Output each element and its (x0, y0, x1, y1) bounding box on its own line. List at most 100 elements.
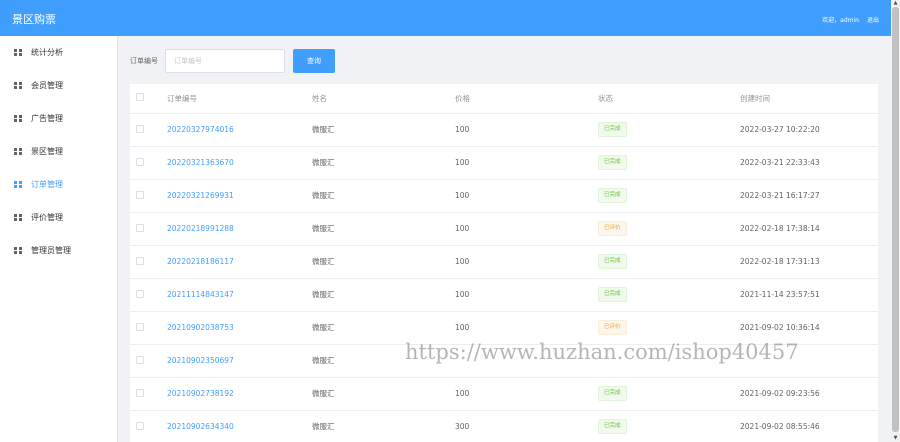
order-no-label: 订单编号 (130, 56, 158, 65)
name-cell: 微服汇 (312, 212, 455, 246)
status-badge: 已完成 (598, 287, 627, 302)
column-header-order-no: 订单编号 (167, 84, 312, 114)
app-title: 景区购票 (12, 13, 56, 26)
table-header-row: 订单编号 姓名 价格 状态 创建时间 (130, 84, 878, 114)
row-checkbox[interactable] (136, 190, 144, 199)
order-no-input[interactable] (165, 48, 285, 73)
sidebar-item[interactable]: 统计分析 (0, 36, 118, 69)
order-no-link[interactable]: 20210902038753 (167, 323, 234, 332)
table-row: 20210902350697 微服汇 (130, 344, 878, 378)
row-checkbox[interactable] (136, 421, 144, 430)
order-no-link[interactable]: 20210902350697 (167, 356, 234, 365)
grid-icon (14, 148, 22, 155)
order-no-link[interactable]: 20220321269931 (167, 191, 234, 200)
grid-icon (14, 49, 22, 56)
price-cell: 300 (455, 410, 598, 442)
order-no-cell: 20210902738192 (167, 377, 312, 411)
sidebar-item-label: 订单管理 (31, 180, 63, 189)
scroll-down-arrow-icon[interactable]: ▼ (891, 435, 900, 442)
row-checkbox[interactable] (136, 289, 144, 298)
row-select-cell (130, 377, 167, 411)
order-no-link[interactable]: 20211114843147 (167, 290, 234, 299)
created-time-cell: 2021-09-02 09:23:56 (740, 377, 878, 411)
row-checkbox[interactable] (136, 256, 144, 265)
grid-icon (14, 247, 22, 254)
status-cell: 已完成 (598, 410, 740, 442)
table-row: 20220218991288 微服汇 100 已评价 2022-02-18 17:38:… (130, 212, 878, 246)
created-time-cell: 2022-03-21 22:33:43 (740, 146, 878, 180)
name-cell: 微服汇 (312, 410, 455, 442)
order-no-link[interactable]: 20210902634340 (167, 422, 234, 431)
sidebar-item[interactable]: 广告管理 (0, 102, 118, 135)
column-header-status: 状态 (598, 84, 740, 114)
row-checkbox[interactable] (136, 157, 144, 166)
sidebar-item[interactable]: 订单管理 (0, 168, 118, 201)
row-checkbox[interactable] (136, 388, 144, 397)
table-row: 20211114843147 微服汇 100 已完成 2021-11-14 23:57:… (130, 278, 878, 312)
header-user-area: 欢迎，admin 退出 (822, 15, 879, 24)
sidebar-item-label: 会员管理 (31, 81, 63, 90)
table-row: 20220321269931 微服汇 100 已完成 2022-03-21 16:17:… (130, 179, 878, 213)
row-select-cell (130, 311, 167, 345)
name-cell: 微服汇 (312, 311, 455, 345)
name-cell: 微服汇 (312, 146, 455, 180)
row-select-cell (130, 179, 167, 213)
order-no-link[interactable]: 20220321363670 (167, 158, 234, 167)
created-time-cell: 2021-11-14 23:57:51 (740, 278, 878, 312)
select-all-checkbox[interactable] (136, 93, 144, 102)
logout-link[interactable]: 退出 (867, 17, 879, 24)
grid-icon (14, 214, 22, 221)
search-bar: 订单编号 查询 (130, 48, 335, 73)
status-cell: 已完成 (598, 245, 740, 279)
order-no-link[interactable]: 20220218991288 (167, 224, 234, 233)
order-no-cell: 20210902038753 (167, 311, 312, 345)
main-content: 订单编号 查询 订单编号 姓名 价格 状态 创建时间 2022032797401… (118, 36, 891, 442)
created-time-cell: 2021-09-02 08:55:46 (740, 410, 878, 442)
created-time-cell: 2022-02-18 17:31:13 (740, 245, 878, 279)
order-no-cell: 20210902350697 (167, 344, 312, 378)
page-scrollbar[interactable]: ▲ ▼ (891, 0, 900, 442)
price-cell: 100 (455, 278, 598, 312)
sidebar-item[interactable]: 会员管理 (0, 69, 118, 102)
sidebar-item-label: 评价管理 (31, 213, 63, 222)
sidebar-item[interactable]: 管理员管理 (0, 234, 118, 267)
status-badge: 已完成 (598, 188, 627, 203)
created-time-cell (740, 344, 878, 378)
sidebar-item[interactable]: 景区管理 (0, 135, 118, 168)
scroll-up-arrow-icon[interactable]: ▲ (891, 0, 900, 7)
status-cell: 已完成 (598, 179, 740, 213)
status-badge: 已完成 (598, 386, 627, 401)
name-cell: 微服汇 (312, 278, 455, 312)
top-header: 景区购票 欢迎，admin 退出 (0, 0, 891, 36)
name-cell: 微服汇 (312, 179, 455, 213)
order-no-link[interactable]: 20210902738192 (167, 389, 234, 398)
row-checkbox[interactable] (136, 124, 144, 133)
row-checkbox[interactable] (136, 355, 144, 364)
created-time-cell: 2022-02-18 17:38:14 (740, 212, 878, 246)
row-select-cell (130, 245, 167, 279)
sidebar-item[interactable]: 评价管理 (0, 201, 118, 234)
table-row: 20210902038753 微服汇 100 已评价 2021-09-02 10:36:… (130, 311, 878, 345)
row-select-cell (130, 113, 167, 147)
price-cell: 100 (455, 179, 598, 213)
order-no-cell: 20220327974016 (167, 113, 312, 147)
table-row: 20220321363670 微服汇 100 已完成 2022-03-21 22:33:… (130, 146, 878, 180)
status-cell: 已评价 (598, 212, 740, 246)
table-row: 20220327974016 微服汇 100 已完成 2022-03-27 10:22:… (130, 113, 878, 147)
row-select-cell (130, 278, 167, 312)
search-button[interactable]: 查询 (293, 48, 335, 73)
sidebar-item-label: 统计分析 (31, 48, 63, 57)
order-no-cell: 20220218991288 (167, 212, 312, 246)
grid-icon (14, 115, 22, 122)
grid-icon (14, 181, 22, 188)
price-cell: 100 (455, 113, 598, 147)
created-time-cell: 2021-09-02 10:36:14 (740, 311, 878, 345)
order-no-cell: 20210902634340 (167, 410, 312, 442)
row-checkbox[interactable] (136, 223, 144, 232)
order-no-link[interactable]: 20220218186117 (167, 257, 234, 266)
row-checkbox[interactable] (136, 322, 144, 331)
order-no-link[interactable]: 20220327974016 (167, 125, 234, 134)
scroll-thumb[interactable] (892, 7, 899, 432)
column-header-name: 姓名 (312, 84, 455, 114)
price-cell: 100 (455, 245, 598, 279)
